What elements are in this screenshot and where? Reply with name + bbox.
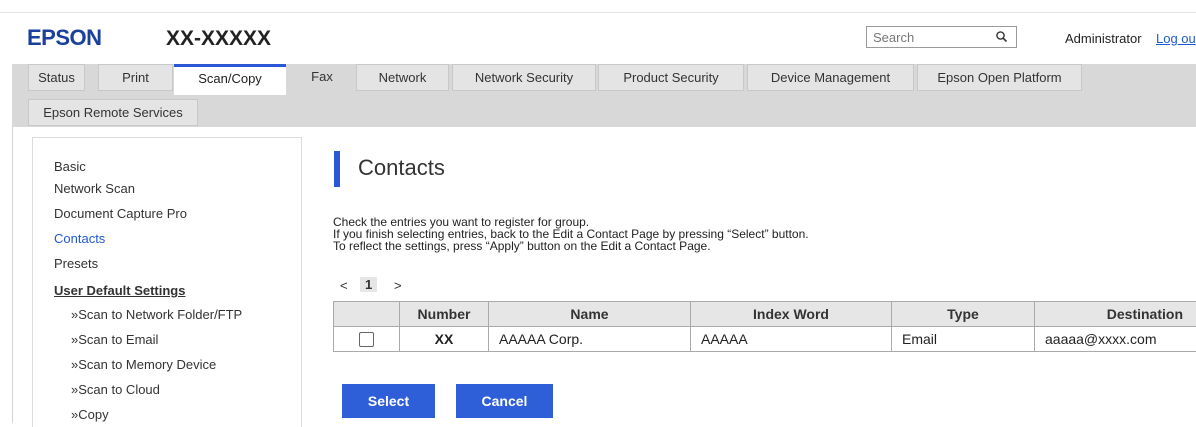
cancel-button[interactable]: Cancel bbox=[456, 384, 553, 418]
row-checkbox[interactable] bbox=[359, 332, 374, 347]
tab-print[interactable]: Print bbox=[98, 64, 173, 91]
cell-destination: aaaaa@xxxx.com bbox=[1035, 327, 1196, 352]
tab-product-security[interactable]: Product Security bbox=[598, 64, 744, 91]
tab-status[interactable]: Status bbox=[28, 64, 85, 91]
user-name: Administrator bbox=[1065, 31, 1142, 46]
search-icon[interactable] bbox=[995, 30, 1009, 44]
cell-type: Email bbox=[892, 327, 1035, 352]
search-input[interactable] bbox=[867, 27, 985, 47]
page-title: Contacts bbox=[358, 155, 445, 181]
sidebar-item-user-default-settings[interactable]: User Default Settings bbox=[54, 283, 185, 298]
contacts-table: Number Name Index Word Type Destination … bbox=[333, 301, 1196, 352]
next-page-button[interactable]: > bbox=[394, 278, 402, 293]
cell-number: XX bbox=[400, 327, 489, 352]
table-header-row: Number Name Index Word Type Destination bbox=[334, 302, 1196, 327]
column-header-number: Number bbox=[400, 302, 489, 327]
sidebar-item-scan-to-memory-device[interactable]: »Scan to Memory Device bbox=[71, 357, 216, 372]
cell-index-word: AAAAA bbox=[691, 327, 892, 352]
sidebar-item-basic[interactable]: Basic bbox=[54, 159, 86, 174]
prev-page-button[interactable]: < bbox=[340, 278, 348, 293]
instruction-line: To reflect the settings, press “Apply” b… bbox=[333, 240, 809, 252]
sidebar: Basic Network Scan Document Capture Pro … bbox=[32, 137, 302, 427]
content-divider bbox=[12, 127, 13, 423]
sidebar-item-document-capture-pro[interactable]: Document Capture Pro bbox=[54, 206, 187, 221]
sidebar-item-presets[interactable]: Presets bbox=[54, 256, 98, 271]
sidebar-item-network-scan[interactable]: Network Scan bbox=[54, 181, 135, 196]
title-accent-bar bbox=[334, 151, 340, 187]
printer-model: XX-XXXXX bbox=[166, 27, 271, 51]
current-page: 1 bbox=[360, 277, 377, 292]
epson-logo: EPSON bbox=[27, 25, 102, 51]
tab-bar: Status Print Scan/Copy Fax Network Netwo… bbox=[12, 64, 1196, 127]
tab-network[interactable]: Network bbox=[356, 64, 449, 91]
sidebar-item-copy[interactable]: »Copy bbox=[71, 407, 109, 422]
tab-network-security[interactable]: Network Security bbox=[452, 64, 596, 91]
row-select-cell bbox=[334, 327, 400, 352]
sidebar-item-scan-to-cloud[interactable]: »Scan to Cloud bbox=[71, 382, 160, 397]
tab-device-management[interactable]: Device Management bbox=[747, 64, 914, 91]
search-box bbox=[866, 26, 1017, 48]
top-header: EPSON XX-XXXXX Administrator Log ou bbox=[0, 12, 1196, 57]
tab-scan-copy[interactable]: Scan/Copy bbox=[174, 64, 286, 95]
column-header-type: Type bbox=[892, 302, 1035, 327]
logout-link[interactable]: Log ou bbox=[1156, 31, 1196, 46]
column-header-select bbox=[334, 302, 400, 327]
sidebar-item-scan-to-network-folder[interactable]: »Scan to Network Folder/FTP bbox=[71, 307, 242, 322]
tab-epson-remote-services[interactable]: Epson Remote Services bbox=[28, 99, 198, 126]
table-row: XX AAAAA Corp. AAAAA Email aaaaa@xxxx.co… bbox=[334, 327, 1196, 352]
sidebar-item-contacts[interactable]: Contacts bbox=[54, 231, 105, 246]
column-header-name: Name bbox=[489, 302, 691, 327]
tab-fax[interactable]: Fax bbox=[297, 64, 347, 91]
sidebar-item-scan-to-email[interactable]: »Scan to Email bbox=[71, 332, 158, 347]
select-button[interactable]: Select bbox=[342, 384, 435, 418]
column-header-index-word: Index Word bbox=[691, 302, 892, 327]
cell-name: AAAAA Corp. bbox=[489, 327, 691, 352]
instructions: Check the entries you want to register f… bbox=[333, 216, 809, 252]
column-header-destination: Destination bbox=[1035, 302, 1196, 327]
tab-epson-open-platform[interactable]: Epson Open Platform bbox=[917, 64, 1082, 91]
